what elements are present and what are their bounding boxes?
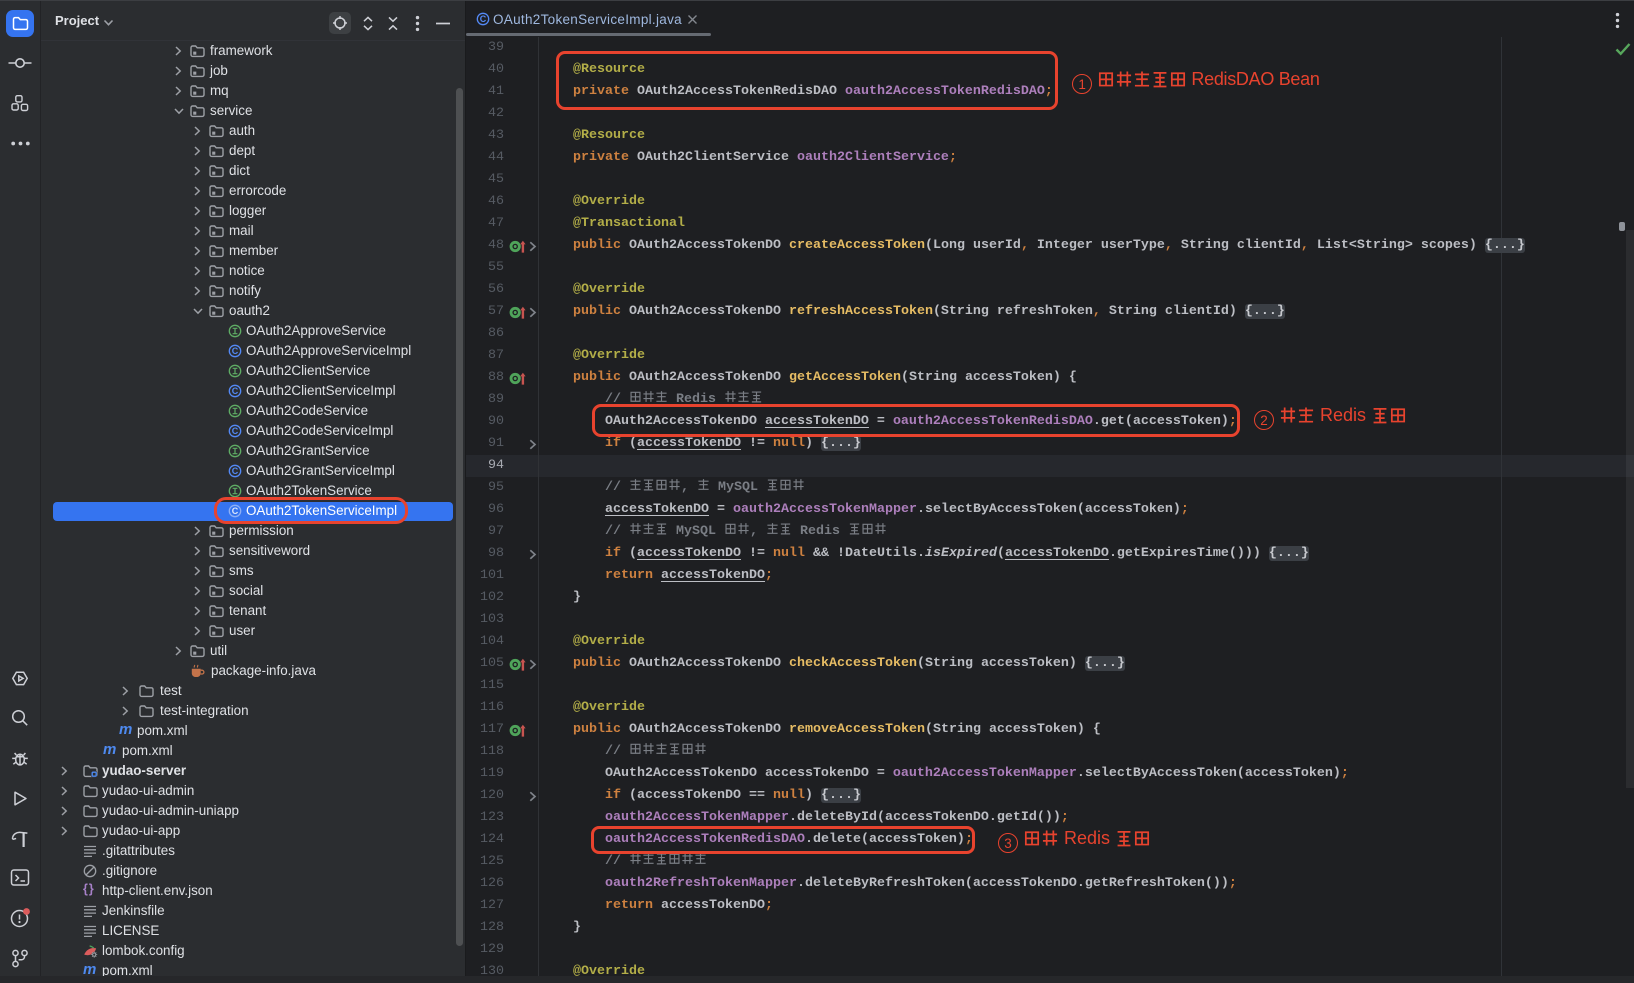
svg-text:C: C — [232, 386, 239, 396]
svg-text:C: C — [232, 426, 239, 436]
svg-text:C: C — [480, 14, 487, 24]
svg-text:C: C — [232, 346, 239, 356]
svg-text:C: C — [232, 466, 239, 476]
